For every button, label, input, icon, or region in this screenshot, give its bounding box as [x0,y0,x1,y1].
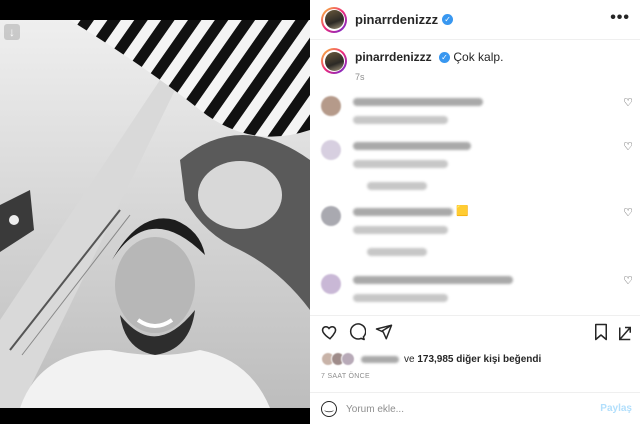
liker-avatar [341,352,355,366]
post-header: pinarrdenizzz ✓ ••• [310,0,640,40]
bookmark-icon[interactable] [593,323,609,345]
caption-avatar[interactable] [321,48,347,74]
verified-badge-icon: ✓ [442,14,454,25]
likes-count[interactable]: 173,985 [417,354,453,365]
post-comment-button[interactable]: Paylaş [600,403,632,414]
arrow-down-icon[interactable]: ↓ [4,24,20,40]
smiley-icon[interactable]: ‿ [321,401,337,417]
post-media[interactable]: ↓ [0,0,310,424]
caption-username[interactable]: pinarrdenizzz [355,50,432,64]
post-photo[interactable]: ↓ [0,20,310,408]
add-comment-bar: ‿ Paylaş [310,392,640,424]
comment-input[interactable] [346,401,586,417]
comment-like-icon[interactable]: ♡ [623,274,633,287]
comment-text-blurred [353,276,513,284]
post-panel: pinarrdenizzz ✓ ••• pinarrdenizzz ✓ Çok … [310,0,640,424]
comment-text-blurred [353,142,471,150]
emoji-decoration: 🟨 [456,206,469,217]
comment-avatar[interactable] [321,96,341,116]
post-timestamp[interactable]: 7 SAAT ÖNCE [321,373,370,380]
comment-text-blurred [353,98,483,106]
send-icon[interactable] [375,323,393,345]
view-replies-blurred[interactable] [367,182,427,190]
share-external-icon[interactable] [617,323,633,345]
comment-avatar[interactable] [321,140,341,160]
likes-summary[interactable]: ve 173,985 diğer kişi beğendi [321,350,639,368]
comment-meta-blurred [353,226,448,234]
likes-prefix: ve [404,353,415,365]
post-caption: pinarrdenizzz ✓ Çok kalp. 7s [321,48,631,86]
comment-like-icon[interactable]: ♡ [623,140,633,153]
comment-icon[interactable] [348,323,367,345]
view-replies-blurred[interactable] [367,248,427,256]
comment-meta-blurred [353,294,448,302]
caption-time[interactable]: 7s [355,68,503,86]
comment-like-icon[interactable]: ♡ [623,96,633,109]
verified-badge-icon: ✓ [439,52,451,64]
likes-suffix[interactable]: diğer kişi beğendi [456,354,541,365]
comment-text-blurred [353,208,453,216]
action-bar [310,315,640,349]
comment-avatar[interactable] [321,206,341,226]
avatar[interactable] [321,6,347,33]
more-horizontal-icon[interactable]: ••• [610,10,630,26]
heart-icon[interactable] [321,323,339,345]
comment-meta-blurred [353,116,448,124]
caption-text: Çok kalp. [453,50,504,64]
comment-like-icon[interactable]: ♡ [623,206,633,219]
liker-name-blurred[interactable] [361,355,399,363]
comment-avatar[interactable] [321,274,341,294]
photo-illustration [0,20,310,408]
comment-meta-blurred [353,160,448,168]
author-username[interactable]: pinarrdenizzz [355,12,438,27]
